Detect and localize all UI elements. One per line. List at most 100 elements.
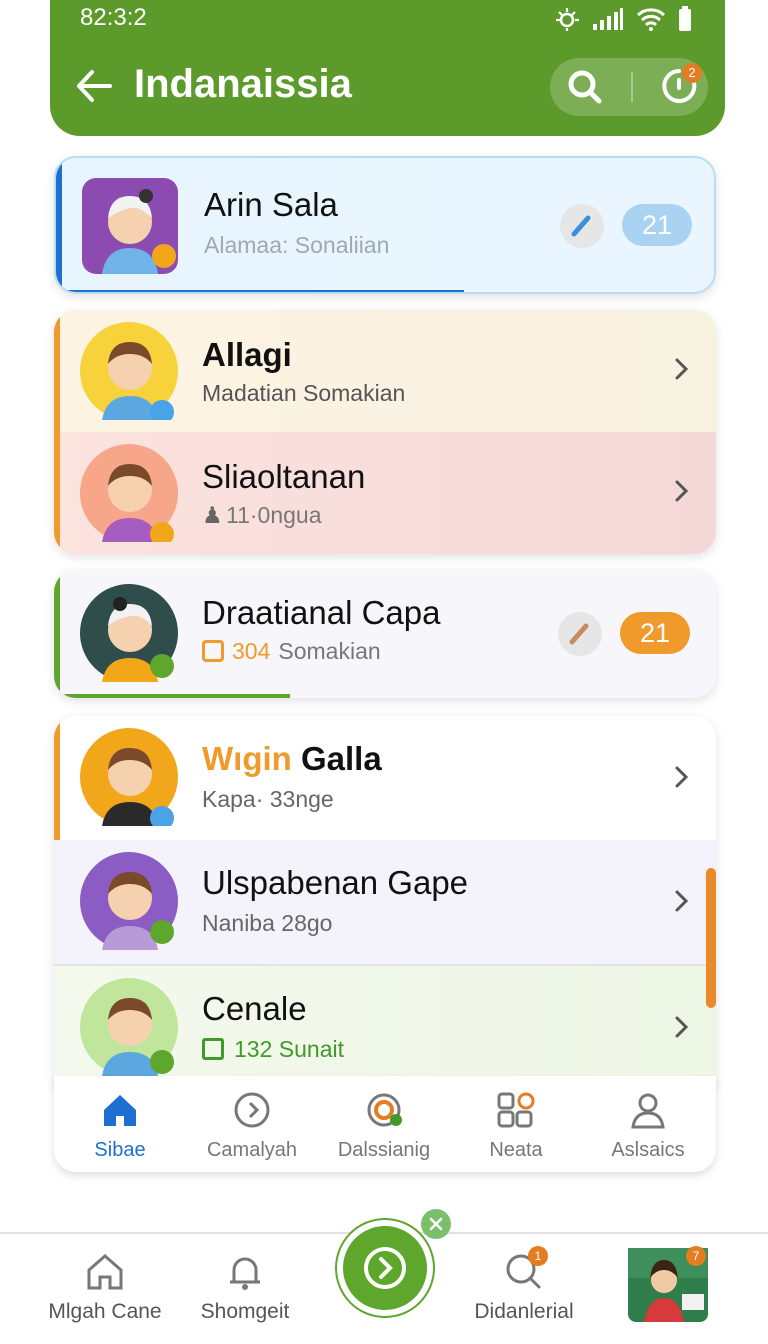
contact-name: Ulspabenan Gape <box>202 864 469 901</box>
tab-label: Sibae <box>94 1139 146 1161</box>
status-icons <box>554 6 692 32</box>
contact-row[interactable]: Allagi Madatian Somakian <box>54 310 716 432</box>
header-divider <box>631 72 633 102</box>
nav-shomgeit[interactable]: Shomgeit <box>180 1234 310 1344</box>
nav-badge: 7 <box>686 1246 706 1266</box>
contact-group-card: Wıgin Galla Kapa· 33nge Ulspabenan Gape … <box>54 716 716 1086</box>
edit-button[interactable] <box>558 612 602 656</box>
tab-label: Dalssianig <box>337 1139 431 1161</box>
avatar <box>80 852 178 950</box>
screen: 82:3:2 Indanaissia 2 Arin Sala Alamaa: S… <box>0 0 768 1344</box>
wifi-icon <box>636 8 666 31</box>
card-accent <box>54 570 60 698</box>
tab-sibae[interactable]: Sibae <box>54 1076 186 1172</box>
count-badge: 21 <box>620 612 690 654</box>
card-accent <box>54 310 60 554</box>
contact-row[interactable]: Cenale 132 Sunait <box>54 964 716 1086</box>
avatar <box>80 444 178 542</box>
chevron-right-icon[interactable] <box>666 476 696 506</box>
chevron-right-icon[interactable] <box>666 354 696 384</box>
contact-name-highlight: Wıgin <box>202 740 292 777</box>
close-fab-button[interactable] <box>421 1209 451 1239</box>
scrollbar[interactable] <box>706 868 716 1008</box>
contact-subtitle: Somakian <box>278 638 381 664</box>
chevron-right-icon <box>364 1247 406 1289</box>
next-fab-button[interactable] <box>337 1220 433 1316</box>
grid-icon <box>497 1092 535 1128</box>
contact-name: Sliaoltanan <box>202 458 366 495</box>
clock-icon <box>234 1092 270 1128</box>
nav-label: Shomgeit <box>200 1300 290 1323</box>
card-accent <box>54 716 60 840</box>
edit-button[interactable] <box>560 204 604 248</box>
contact-name: Arin Sala <box>204 186 338 223</box>
contact-name-wrap: Wıgin Galla <box>202 740 382 778</box>
bag-icon <box>202 640 224 662</box>
nav-didanlerial[interactable]: 1 Didanlerial <box>456 1234 592 1344</box>
target-icon <box>367 1093 402 1127</box>
contact-card[interactable]: Arin Sala Alamaa: Sonaliian 21 <box>54 156 716 294</box>
person-icon: ♟ <box>202 502 223 528</box>
contact-subtitle: 132 Sunait <box>234 1036 344 1062</box>
contact-name: Allagi <box>202 336 292 373</box>
status-time: 82:3:2 <box>80 4 147 31</box>
contact-subtitle: Madatian Somakian <box>202 380 406 406</box>
tab-aslsaics[interactable]: Aslsaics <box>582 1076 714 1172</box>
search-icon[interactable] <box>560 62 610 112</box>
nav-mlgah-cane[interactable]: Mlgah Cane <box>40 1234 170 1344</box>
tab-bar: Sibae Camalyah Dalssianig Neata Aslsaics <box>54 1076 716 1172</box>
close-icon <box>429 1217 443 1231</box>
nav-label: Didanlerial <box>474 1300 574 1323</box>
chevron-right-icon[interactable] <box>666 762 696 792</box>
contact-row[interactable]: Sliaoltanan ♟ 11·0ngua <box>54 432 716 554</box>
contact-subtitle: 11·0ngua <box>226 502 322 528</box>
avatar <box>80 978 178 1076</box>
back-arrow-icon[interactable] <box>74 60 114 112</box>
tab-camalyah[interactable]: Camalyah <box>186 1076 318 1172</box>
page-title: Indanaissia <box>134 62 352 106</box>
contact-name: Draatianal Capa <box>202 594 441 631</box>
timer-badge: 2 <box>682 63 702 83</box>
tab-label: Camalyah <box>206 1139 298 1161</box>
signal-icon <box>593 8 623 30</box>
brightness-icon <box>556 8 579 31</box>
contact-card[interactable]: Draatianal Capa 304 Somakian 21 <box>54 570 716 698</box>
count-badge: 21 <box>622 204 692 246</box>
contact-subtitle: Kapa· 33nge <box>202 786 334 812</box>
chevron-right-icon[interactable] <box>666 886 696 916</box>
contact-name: Cenale <box>202 990 307 1027</box>
contact-row[interactable]: Wıgin Galla Kapa· 33nge <box>54 716 716 840</box>
tab-label: Neata <box>489 1139 543 1161</box>
card-progress <box>54 694 290 698</box>
person-icon <box>631 1093 665 1129</box>
nav-profile[interactable]: 7 <box>628 1234 708 1344</box>
contact-subtitle-wrap: ♟ 11·0ngua <box>202 502 322 529</box>
contact-group-card: Allagi Madatian Somakian Sliaoltanan ♟ 11… <box>54 310 716 554</box>
chevron-right-icon[interactable] <box>666 1012 696 1042</box>
contact-row[interactable]: Ulspabenan Gape Naniba 28go <box>54 840 716 964</box>
nav-label: Mlgah Cane <box>48 1300 162 1323</box>
pen-icon <box>571 215 591 237</box>
contact-subtitle-wrap: 132 Sunait <box>202 1036 344 1063</box>
avatar <box>80 584 178 682</box>
pen-icon <box>569 623 589 645</box>
avatar <box>80 728 178 826</box>
card-progress <box>56 290 464 292</box>
battery-icon <box>679 6 691 31</box>
contact-subtitle: Naniba 28go <box>202 910 333 936</box>
avatar <box>82 178 178 274</box>
avatar <box>80 322 178 420</box>
home-outline-icon <box>87 1254 123 1290</box>
contact-subtitle-wrap: 304 Somakian <box>202 638 381 665</box>
contact-name: Galla <box>300 740 382 777</box>
nav-badge: 1 <box>528 1246 548 1266</box>
contact-subtitle-num: 304 <box>232 638 271 664</box>
tab-label: Aslsaics <box>611 1139 685 1161</box>
tab-dalssianig[interactable]: Dalssianig <box>318 1076 450 1172</box>
home-icon <box>104 1095 136 1126</box>
contact-subtitle: Alamaa: Sonaliian <box>204 232 390 258</box>
flag-icon <box>202 1038 224 1060</box>
bell-icon <box>230 1257 260 1290</box>
card-accent <box>56 158 62 292</box>
tab-neata[interactable]: Neata <box>450 1076 582 1172</box>
